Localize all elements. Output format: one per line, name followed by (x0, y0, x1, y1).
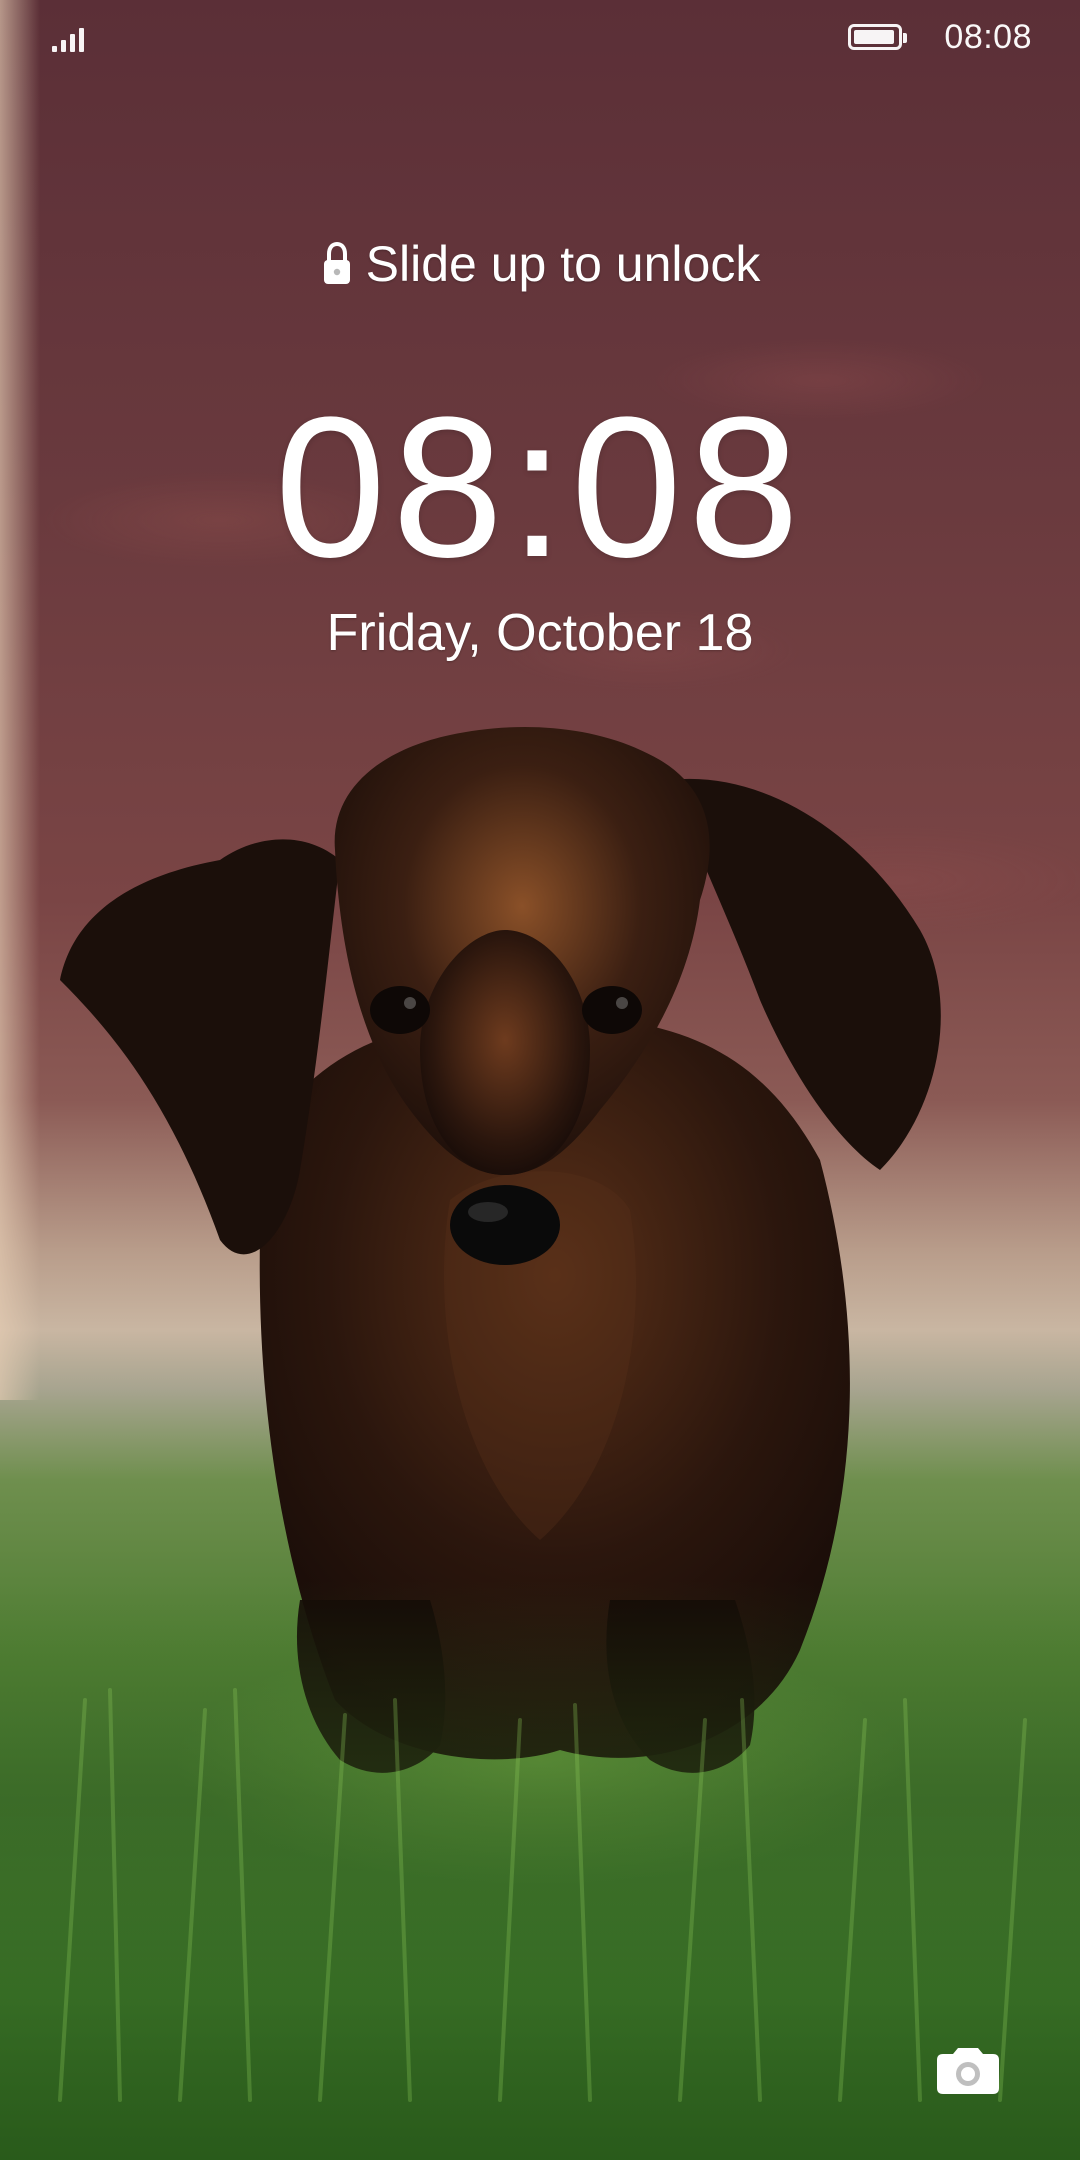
battery-icon (848, 24, 907, 50)
status-time: 08:08 (944, 18, 1032, 56)
status-bar: 08:08 (0, 0, 1080, 72)
lock-screen[interactable]: 08:08 Slide up to unlock 08:08 Friday, O… (0, 0, 1080, 2160)
dog-wallpaper-image (0, 727, 1080, 2160)
camera-icon (937, 2048, 999, 2094)
unlock-hint-text: Slide up to unlock (365, 236, 761, 292)
cellular-signal-icon (52, 22, 92, 52)
lock-date: Friday, October 18 (326, 604, 754, 662)
unlock-hint: Slide up to unlock (0, 234, 1080, 294)
lock-icon (323, 241, 350, 284)
lock-clock: 08:08 (274, 376, 806, 599)
battery-fill (854, 30, 894, 44)
camera-shortcut-button[interactable] (930, 2032, 1006, 2108)
